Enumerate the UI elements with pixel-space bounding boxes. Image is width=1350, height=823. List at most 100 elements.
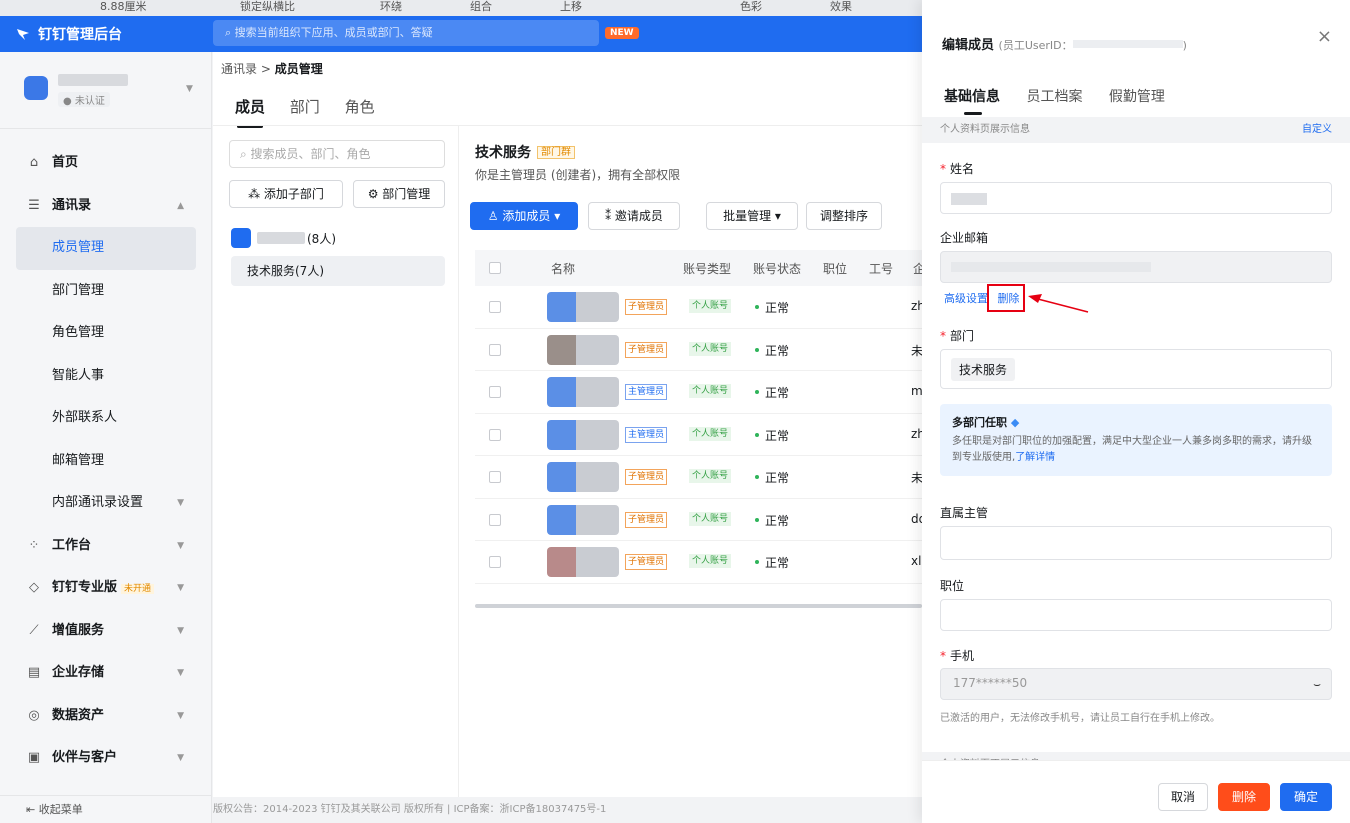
position-input[interactable] (940, 599, 1332, 631)
cancel-button[interactable]: 取消 (1158, 783, 1208, 811)
row-checkbox[interactable] (489, 556, 501, 568)
row-checkbox[interactable] (489, 428, 501, 441)
account-type-badge: 个人账号 (689, 554, 732, 568)
required-mark: * (940, 329, 946, 343)
sidebar-item-member-manage[interactable]: 成员管理 (16, 227, 196, 270)
dept-chip[interactable]: 技术服务 (951, 358, 1016, 381)
col-position[interactable]: 职位 (823, 260, 847, 277)
select-all-checkbox[interactable] (489, 262, 501, 274)
global-search-input[interactable]: ⌕ 搜索当前组织下应用、成员或部门、答疑 (213, 20, 599, 46)
app-logo[interactable]: 钉钉管理后台 (16, 16, 122, 52)
sidebar-item-role-manage[interactable]: 角色管理 (0, 312, 212, 355)
sidebar-item-value-added[interactable]: ⟋ 增值服务 ▼ (0, 610, 212, 653)
add-member-button[interactable]: ♙ 添加成员 ▾ (470, 202, 578, 230)
invite-member-button[interactable]: ⁑ 邀请成员 (588, 202, 680, 230)
sidebar-item-partners[interactable]: ▣ 伙伴与客户 ▼ (0, 737, 212, 780)
sidebar-item-contacts-settings[interactable]: 内部通讯录设置 ▼ (0, 482, 212, 525)
delete-button[interactable]: 删除 (1218, 783, 1270, 811)
dingtalk-logo-icon (17, 29, 29, 40)
table-row[interactable]: 主管理员 个人账号 正常 m (475, 371, 923, 414)
userid-suffix: ) (1182, 39, 1187, 52)
row-checkbox[interactable] (489, 386, 501, 398)
close-icon[interactable]: × (1317, 26, 1332, 47)
breadcrumb-current: 成员管理 (274, 62, 323, 76)
email-label: 企业邮箱 (940, 231, 989, 245)
dept-group-tag[interactable]: 部门群 (537, 146, 575, 159)
row-checkbox[interactable] (489, 513, 501, 526)
tab-attendance[interactable]: 假勤管理 (1109, 89, 1165, 105)
confirm-button[interactable]: 确定 (1280, 783, 1332, 811)
sidebar-item-dept-manage[interactable]: 部门管理 (0, 270, 212, 313)
customize-link[interactable]: 自定义 (1302, 117, 1332, 143)
home-icon: ⌂ (29, 155, 39, 170)
table-row[interactable]: 子管理员 个人账号 正常 xl (475, 541, 922, 584)
email-input[interactable] (940, 251, 1332, 283)
learn-more-link[interactable]: 了解详情 (1015, 452, 1055, 463)
eye-closed-icon[interactable]: ⌣ (1313, 677, 1321, 692)
table-row[interactable]: 子管理员 个人账号 正常 zh (475, 286, 925, 329)
adjust-sort-label: 调整排序 (819, 209, 868, 223)
add-sub-dept-button[interactable]: ⁂ 添加子部门 (229, 180, 343, 208)
sidebar-item-pro[interactable]: ◇ 钉钉专业版 未开通 ▼ (0, 567, 212, 610)
col-account-type[interactable]: 账号类型 (683, 260, 731, 277)
sidebar-item-label: 成员管理 (52, 240, 105, 255)
status-text: 正常 (755, 512, 789, 529)
sidebar-item-home[interactable]: ⌂ 首页 (0, 142, 212, 185)
breadcrumb-root[interactable]: 通讯录 (221, 62, 257, 76)
collapse-menu-button[interactable]: ⇤ 收起菜单 (0, 795, 212, 823)
org-root-icon (231, 228, 251, 248)
sidebar-item-mailbox[interactable]: 邮箱管理 (0, 440, 212, 483)
dept-permission-desc: 你是主管理员 (创建者)，拥有全部权限 (475, 168, 681, 182)
phone-input[interactable]: 177******50 ⌣ (940, 668, 1332, 700)
multi-dept-title: 多部门任职 ◆ (952, 414, 1320, 430)
dept-select[interactable]: 技术服务 (940, 349, 1332, 389)
dept-manage-button[interactable]: ⚙ 部门管理 (353, 180, 445, 208)
dept-manage-label: 部门管理 (382, 187, 431, 201)
adjust-sort-button[interactable]: 调整排序 (806, 202, 882, 230)
table-row[interactable]: 子管理员 个人账号 正常 dd (475, 499, 926, 541)
name-value-redacted (951, 193, 987, 205)
sidebar-item-data-assets[interactable]: ◎ 数据资产 ▼ (0, 695, 212, 738)
row-checkbox[interactable] (489, 471, 501, 483)
horizontal-scrollbar[interactable] (475, 604, 922, 608)
tree-root-org[interactable]: (8人) (231, 226, 336, 250)
row-checkbox[interactable] (489, 301, 501, 313)
tab-members[interactable]: 成员 (235, 98, 265, 116)
collapse-icon: ⇤ (26, 803, 39, 816)
org-logo-icon (24, 76, 48, 100)
add-member-label: 添加成员 (502, 209, 551, 223)
diamond-icon: ◆ (1007, 416, 1020, 429)
dept-search-input[interactable]: ⌕ 搜索成员、部门、角色 (229, 140, 445, 168)
table-row[interactable]: 子管理员 个人账号 正常未 (475, 456, 923, 499)
row-checkbox[interactable] (489, 343, 501, 356)
userid-prefix: (员工UserID： (998, 39, 1073, 52)
name-input[interactable] (940, 182, 1332, 214)
tab-basic-info[interactable]: 基础信息 (944, 89, 1000, 105)
manager-input[interactable] (940, 526, 1332, 560)
sidebar-item-smart-hr[interactable]: 智能人事 (0, 355, 212, 398)
role-badge: 子管理员 (625, 554, 668, 570)
sidebar-item-storage[interactable]: ▤ 企业存储 ▼ (0, 652, 212, 695)
app-logo-text: 钉钉管理后台 (38, 27, 122, 43)
table-row[interactable]: 主管理员 个人账号 正常 zh (475, 414, 925, 456)
col-name[interactable]: 名称 (551, 260, 575, 277)
table-row[interactable]: 子管理员 个人账号 正常未 (475, 329, 923, 371)
row-tail-text: m (911, 384, 923, 398)
col-job-number[interactable]: 工号 (869, 260, 893, 277)
tree-node-tech-service[interactable]: 技术服务(7人) (231, 256, 445, 286)
tab-departments[interactable]: 部门 (290, 98, 320, 116)
sidebar-item-contacts[interactable]: ☰ 通讯录 ▲ (0, 185, 212, 228)
org-root-name-redacted (257, 232, 305, 244)
advanced-settings-link[interactable]: 高级设置 (944, 292, 988, 305)
account-type-badge: 个人账号 (689, 384, 732, 398)
batch-manage-button[interactable]: 批量管理 ▾ (706, 202, 798, 230)
sidebar-item-external-contacts[interactable]: 外部联系人 (0, 397, 212, 440)
tab-employee-file[interactable]: 员工档案 (1026, 89, 1082, 105)
col-account-status[interactable]: 账号状态 (753, 260, 801, 277)
invite-icon: ⁑ (605, 209, 615, 223)
account-type-badge: 个人账号 (689, 426, 732, 441)
drawer-title: 编辑成员 (员工UserID：) (942, 34, 1187, 53)
org-switcher[interactable]: ● 未认证 ▼ (18, 70, 198, 110)
sidebar-item-workbench[interactable]: ⁘ 工作台 ▼ (0, 525, 212, 568)
tab-roles[interactable]: 角色 (345, 98, 375, 116)
